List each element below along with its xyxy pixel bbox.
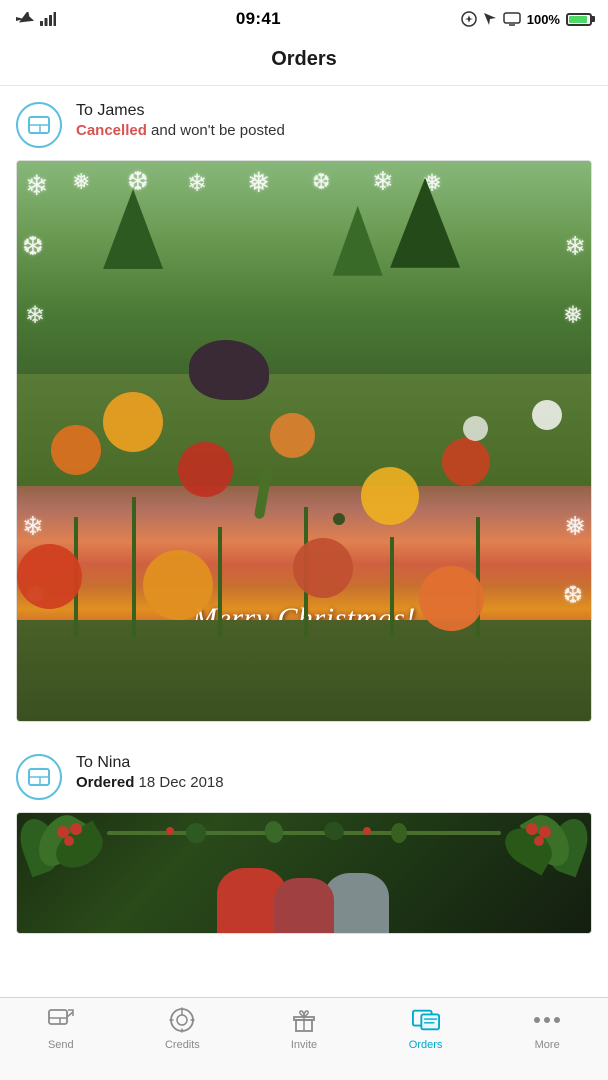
orders-list: To James Cancelled and won't be posted — [0, 86, 608, 1024]
postcard-icon — [28, 114, 50, 136]
location-arrow-icon — [483, 12, 497, 26]
order-status-label-nina: Ordered — [76, 774, 134, 791]
more-icon — [534, 1016, 560, 1024]
tab-item-credits[interactable]: Credits — [122, 1006, 244, 1051]
invite-tab-label: Invite — [291, 1039, 317, 1051]
battery-percent: 100% — [527, 12, 560, 27]
order-status-nina: Ordered 18 Dec 2018 — [76, 774, 592, 791]
card-visual-james: ❄ ❅ ❆ ❄ ❅ ❆ ❄ ❅ ❆ ❄ ❅ ❆ ❄ ❅ — [17, 161, 591, 721]
snowflake-mr5: ❅ — [564, 511, 586, 542]
credits-icon — [169, 1007, 195, 1033]
order-status-james: Cancelled and won't be posted — [76, 122, 592, 139]
order-icon-james — [16, 102, 62, 148]
tab-item-more[interactable]: More — [486, 1006, 608, 1051]
status-bar: 09:41 100% — [0, 0, 608, 38]
screen-icon — [503, 12, 521, 26]
tab-item-send[interactable]: Send — [0, 1006, 122, 1051]
order-status-label-james: Cancelled — [76, 122, 147, 139]
tab-item-invite[interactable]: Invite — [243, 1006, 365, 1051]
status-time: 09:41 — [236, 9, 281, 29]
credits-tab-icon — [168, 1006, 196, 1034]
garden-scene: ❄ ❅ ❆ ❄ ❅ ❆ ❄ ❅ ❆ ❄ ❅ ❆ ❄ ❅ — [17, 161, 591, 721]
order-recipient-james: To James — [76, 102, 592, 120]
order-info-james: To James Cancelled and won't be posted — [76, 102, 592, 139]
battery-icon — [566, 13, 592, 26]
order-item-james[interactable]: To James Cancelled and won't be posted — [0, 86, 608, 722]
snowflake-ml5: ❄ — [22, 511, 44, 542]
order-info-nina: To Nina Ordered 18 Dec 2018 — [76, 754, 592, 791]
card-image-nina[interactable] — [16, 812, 592, 934]
status-left — [16, 12, 56, 26]
order-header-nina: To Nina Ordered 18 Dec 2018 — [0, 754, 608, 812]
credits-tab-label: Credits — [165, 1039, 200, 1051]
more-tab-icon — [533, 1006, 561, 1034]
send-tab-icon — [47, 1006, 75, 1034]
airplane-icon — [16, 12, 34, 26]
location-icon — [461, 11, 477, 27]
tab-bar: Send Credits — [0, 997, 608, 1080]
gift-icon — [291, 1007, 317, 1033]
invite-tab-icon — [290, 1006, 318, 1034]
order-header-james: To James Cancelled and won't be posted — [0, 102, 608, 160]
status-right: 100% — [461, 11, 592, 27]
orders-icon — [412, 1008, 440, 1032]
order-icon-nina — [16, 754, 62, 800]
card-image-james[interactable]: ❄ ❅ ❆ ❄ ❅ ❆ ❄ ❅ ❆ ❄ ❅ ❆ ❄ ❅ — [16, 160, 592, 722]
order-item-nina[interactable]: To Nina Ordered 18 Dec 2018 — [0, 738, 608, 934]
send-icon — [48, 1008, 74, 1032]
card-partial-nina — [17, 813, 591, 933]
page-title: Orders — [0, 38, 608, 86]
orders-tab-label: Orders — [409, 1039, 443, 1051]
signal-icon — [40, 12, 56, 26]
postcard-icon-nina — [28, 766, 50, 788]
order-status-suffix-james: and won't be posted — [147, 122, 285, 139]
send-tab-label: Send — [48, 1039, 74, 1051]
order-status-suffix-nina: 18 Dec 2018 — [134, 774, 223, 791]
orders-tab-icon — [412, 1006, 440, 1034]
order-recipient-nina: To Nina — [76, 754, 592, 772]
tab-item-orders[interactable]: Orders — [365, 1006, 487, 1051]
more-tab-label: More — [535, 1039, 560, 1051]
